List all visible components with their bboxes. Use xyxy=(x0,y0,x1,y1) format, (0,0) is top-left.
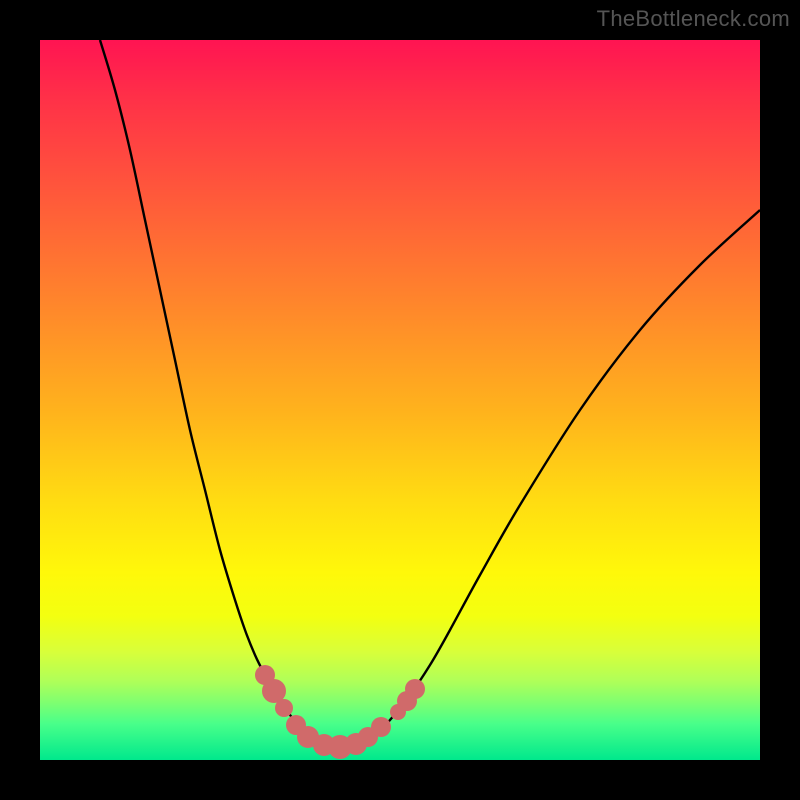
watermark-label: TheBottleneck.com xyxy=(597,6,790,32)
plot-area xyxy=(40,40,760,760)
markers-group xyxy=(255,665,425,759)
bottleneck-curve xyxy=(100,40,760,747)
curve-svg xyxy=(40,40,760,760)
bead-right-4 xyxy=(405,679,425,699)
bead-left-3 xyxy=(275,699,293,717)
chart-frame: TheBottleneck.com xyxy=(0,0,800,800)
bead-right-2 xyxy=(371,717,391,737)
